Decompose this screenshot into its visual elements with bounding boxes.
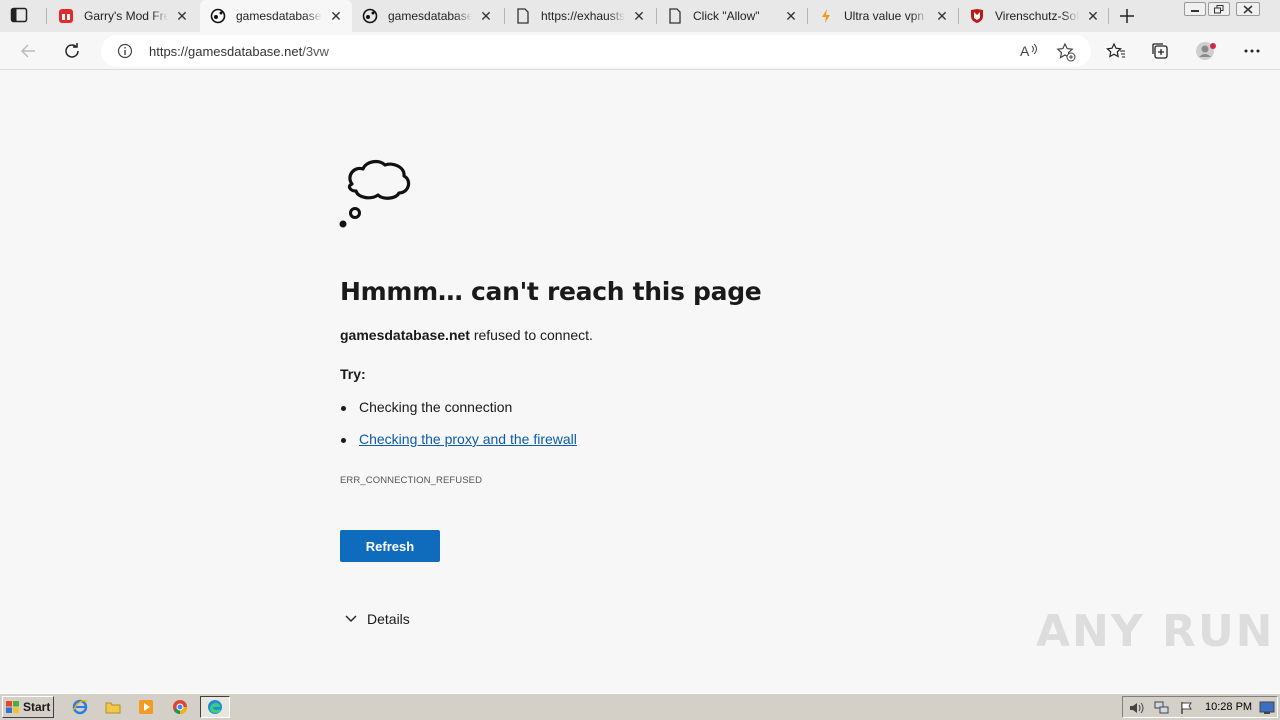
volume-icon[interactable] [1129,701,1145,715]
more-icon [1244,49,1260,53]
error-page: Hmmm… can't reach this page gamesdatabas… [0,71,1280,691]
error-host: gamesdatabase.net [340,327,470,343]
tab-label: Click "Allow" [693,9,760,23]
settings-more-button[interactable] [1239,38,1265,64]
network-icon[interactable] [1154,701,1170,715]
avatar [1196,42,1216,60]
bolt-icon [818,8,834,24]
tab-garrys-mod[interactable]: Garry's Mod Free ✕ [48,0,198,32]
close-icon[interactable]: ✕ [174,8,190,24]
close-icon [1243,4,1253,14]
games-icon [210,8,226,24]
tab-label: gamesdatabase.net [236,9,322,23]
tab-separator [46,8,47,24]
new-tab-button[interactable] [1116,5,1138,27]
tab-virenschutz[interactable]: Virenschutz-Soft ✕ [959,0,1109,32]
show-desktop-icon[interactable] [1259,701,1275,715]
tab-click-allow[interactable]: Click "Allow" ✕ [657,0,807,32]
favorites-icon [1106,42,1125,58]
thought-cloud-icon [339,159,411,228]
close-icon[interactable]: ✕ [328,8,344,24]
edge-icon [208,700,222,714]
close-icon[interactable]: ✕ [934,8,950,24]
close-icon[interactable]: ✕ [1085,8,1101,24]
reload-button[interactable] [59,38,85,64]
tab-bar: Garry's Mod Free ✕ gamesdatabase.net ✕ g… [0,0,1280,32]
suggestion-list: Checking the connection Checking the pro… [340,399,577,463]
start-label: Start [23,700,51,714]
tab-actions-icon[interactable] [10,7,30,25]
try-heading: Try: [340,366,366,382]
add-favorite-icon[interactable] [1056,42,1076,62]
system-tray: 10:28 PM [1122,696,1278,718]
list-item: Checking the proxy and the firewall [340,431,577,463]
error-message-tail: refused to connect. [469,327,593,343]
refresh-button[interactable]: Refresh [340,530,440,562]
reload-icon [65,43,79,58]
plus-icon [1120,9,1134,23]
collections-icon [1152,43,1168,59]
page-icon [515,8,531,24]
tab-label: https://exhausts [541,9,625,23]
favorites-button[interactable] [1103,38,1129,64]
minimize-icon [1191,10,1199,12]
explorer-folder-icon[interactable] [104,698,122,716]
collections-button[interactable] [1147,38,1173,64]
list-item: Checking the connection [340,399,577,431]
tab-label: gamesdatabase.net [388,9,472,23]
anyrun-watermark: ANY RUN [1036,606,1275,657]
error-code: ERR_CONNECTION_REFUSED [340,475,483,486]
tab-separator [1108,8,1109,24]
address-bar[interactable]: https://gamesdatabase.net/3vw A [101,35,1091,67]
profile-button[interactable] [1193,38,1219,64]
tab-exhausts[interactable]: https://exhausts ✕ [505,0,655,32]
suggestion-text: Checking the connection [359,399,513,415]
flag-icon[interactable] [1179,701,1195,715]
start-button[interactable]: Start [2,696,54,718]
ie-icon[interactable] [71,698,89,716]
browser-toolbar: https://gamesdatabase.net/3vw A [0,32,1280,70]
chrome-icon[interactable] [171,698,189,716]
tab-label: Virenschutz-Soft [995,9,1079,23]
tab-label: Garry's Mod Free [84,9,168,23]
media-player-icon[interactable] [137,698,155,716]
back-arrow-icon [20,44,35,58]
details-label: Details [367,611,410,627]
games-icon [362,8,378,24]
restore-icon [1214,4,1224,13]
read-aloud-icon[interactable]: A [1019,42,1039,60]
edge-taskbar-button[interactable] [200,696,230,718]
restore-button[interactable] [1208,2,1230,16]
clock[interactable]: 10:28 PM [1205,701,1252,713]
tab-ultra-vpn[interactable]: Ultra value vpn ✕ [808,0,958,32]
error-message: gamesdatabase.net refused to connect. [340,327,593,343]
page-icon [667,8,683,24]
close-icon[interactable]: ✕ [631,8,647,24]
minimize-button[interactable] [1184,2,1206,16]
details-toggle[interactable]: Details [344,611,410,627]
tab-label: Ultra value vpn [844,9,925,23]
taskbar: Start 10:28 PM [0,693,1280,720]
page-title: Hmmm… can't reach this page [340,277,762,306]
tab-gamesdatabase-active[interactable]: gamesdatabase.net ✕ [200,0,352,32]
close-icon[interactable]: ✕ [783,8,799,24]
windows-logo-icon [6,700,19,713]
proxy-firewall-link[interactable]: Checking the proxy and the firewall [359,431,577,447]
chevron-down-icon [345,615,357,622]
window-close-button[interactable] [1236,2,1260,16]
info-icon[interactable] [117,43,133,59]
url-text[interactable]: https://gamesdatabase.net/3vw [149,44,329,59]
tab-gamesdatabase[interactable]: gamesdatabase.net ✕ [352,0,502,32]
close-icon[interactable]: ✕ [478,8,494,24]
red-gift-icon [58,8,74,24]
mcafee-shield-icon [969,8,985,24]
back-button[interactable] [15,38,41,64]
svg-text:A: A [1020,43,1030,59]
